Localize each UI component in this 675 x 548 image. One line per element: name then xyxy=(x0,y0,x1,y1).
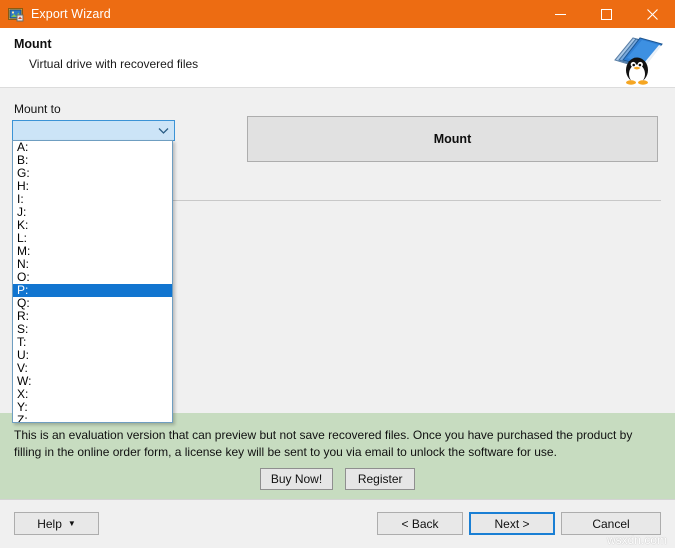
cancel-button[interactable]: Cancel xyxy=(561,512,661,535)
wizard-body: Mount to A:B:G:H:I:J:K:L:M:N:O:P:Q:R:S:T… xyxy=(0,88,675,499)
dropdown-option[interactable]: B: xyxy=(13,154,172,167)
dropdown-option[interactable]: N: xyxy=(13,258,172,271)
dropdown-option[interactable]: U: xyxy=(13,349,172,362)
back-button[interactable]: < Back xyxy=(377,512,463,535)
export-wizard-window: Export Wizard Mount Virtual drive with r… xyxy=(0,0,675,548)
dropdown-option[interactable]: K: xyxy=(13,219,172,232)
export-wizard-icon xyxy=(8,6,24,22)
wizard-header: Mount Virtual drive with recovered files xyxy=(0,28,675,88)
dropdown-option[interactable]: R: xyxy=(13,310,172,323)
evaluation-notice-text: This is an evaluation version that can p… xyxy=(14,427,653,461)
next-button[interactable]: Next > xyxy=(469,512,555,535)
section-divider xyxy=(172,200,661,201)
mount-button-label: Mount xyxy=(434,132,471,146)
dropdown-option[interactable]: O: xyxy=(13,271,172,284)
dropdown-option[interactable]: L: xyxy=(13,232,172,245)
dropdown-option[interactable]: P: xyxy=(13,284,172,297)
page-subtitle: Virtual drive with recovered files xyxy=(29,57,675,71)
evaluation-notice-banner: This is an evaluation version that can p… xyxy=(0,413,675,499)
dropdown-option[interactable]: Z: xyxy=(13,414,172,423)
watermark: wsxdn.com xyxy=(607,533,667,547)
register-button[interactable]: Register xyxy=(345,468,415,490)
help-button[interactable]: Help ▼ xyxy=(14,512,99,535)
dropdown-option[interactable]: H: xyxy=(13,180,172,193)
dropdown-option[interactable]: W: xyxy=(13,375,172,388)
chevron-down-icon[interactable] xyxy=(156,127,170,135)
minimize-icon[interactable] xyxy=(537,0,583,28)
maximize-icon[interactable] xyxy=(583,0,629,28)
close-icon[interactable] xyxy=(629,0,675,28)
notice-button-row: Buy Now! Register xyxy=(0,468,675,490)
dropdown-option[interactable]: X: xyxy=(13,388,172,401)
help-button-label: Help xyxy=(37,517,62,531)
wizard-footer: Help ▼ < Back Next > Cancel wsxdn.com xyxy=(0,499,675,548)
dropdown-option[interactable]: Q: xyxy=(13,297,172,310)
caret-down-icon: ▼ xyxy=(68,520,76,528)
mount-to-dropdown-list[interactable]: A:B:G:H:I:J:K:L:M:N:O:P:Q:R:S:T:U:V:W:X:… xyxy=(12,140,173,423)
linux-penguin-disk-icon xyxy=(603,30,667,86)
dropdown-option[interactable]: A: xyxy=(13,141,172,154)
mount-button[interactable]: Mount xyxy=(247,116,658,162)
window-title: Export Wizard xyxy=(31,7,111,21)
dropdown-option[interactable]: M: xyxy=(13,245,172,258)
title-bar: Export Wizard xyxy=(0,0,675,28)
mount-to-label: Mount to xyxy=(14,102,61,116)
dropdown-option[interactable]: S: xyxy=(13,323,172,336)
dropdown-option[interactable]: I: xyxy=(13,193,172,206)
dropdown-option[interactable]: T: xyxy=(13,336,172,349)
dropdown-option[interactable]: V: xyxy=(13,362,172,375)
dropdown-option[interactable]: J: xyxy=(13,206,172,219)
dropdown-option[interactable]: G: xyxy=(13,167,172,180)
page-title: Mount xyxy=(14,37,675,51)
buy-now-button[interactable]: Buy Now! xyxy=(260,468,333,490)
dropdown-option[interactable]: Y: xyxy=(13,401,172,414)
mount-to-combobox[interactable] xyxy=(12,120,175,141)
window-controls xyxy=(537,0,675,28)
